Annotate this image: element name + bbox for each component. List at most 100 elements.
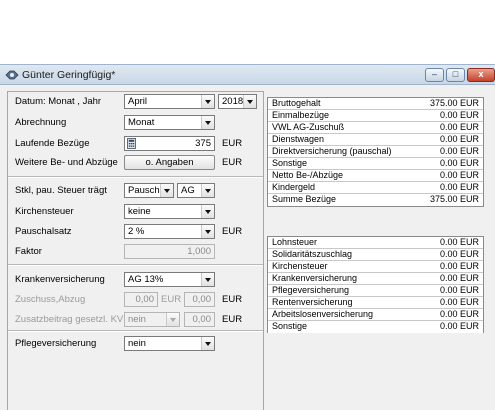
- table-row: Dienstwagen 0.00 EUR: [268, 134, 483, 146]
- table-row: Summe Bezüge 375.00 EUR: [268, 194, 483, 206]
- faktor-label: Faktor: [15, 246, 42, 257]
- table-row: Rentenversicherung 0.00 EUR: [268, 297, 483, 309]
- title-bar[interactable]: Günter Geringfügig* – □ x: [0, 64, 495, 85]
- abrechnung-label: Abrechnung: [15, 117, 67, 128]
- separator: [8, 330, 263, 332]
- table-row: VWL AG-Zuschuß 0.00 EUR: [268, 122, 483, 134]
- year-select-value: 2018: [222, 96, 244, 107]
- row-value: 375.00 EUR: [429, 194, 479, 204]
- row-value: 0.00 EUR: [439, 273, 479, 283]
- steuer-traeger-value: AG: [181, 185, 195, 196]
- table-row: Netto Be-/Abzüge 0.00 EUR: [268, 170, 483, 182]
- stkl-label: Stkl, pau. Steuer trägt: [15, 185, 107, 196]
- faktor-input[interactable]: 1,000: [124, 244, 215, 259]
- zuschuss-input[interactable]: 0,00: [124, 292, 158, 307]
- close-button[interactable]: x: [467, 68, 495, 82]
- table-row: Kindergeld 0.00 EUR: [268, 182, 483, 194]
- row-label: VWL AG-Zuschuß: [272, 122, 345, 132]
- calculator-icon[interactable]: [127, 138, 136, 149]
- chevron-down-icon[interactable]: [166, 313, 179, 326]
- zusatzbeitrag-select[interactable]: nein: [124, 312, 180, 327]
- laufende-bezuege-unit: EUR: [222, 138, 243, 149]
- zuschuss-label: Zuschuss,Abzug: [15, 294, 86, 305]
- row-value: 0.00 EUR: [439, 321, 479, 331]
- row-label: Bruttogehalt: [272, 98, 321, 108]
- weitere-unit: EUR: [222, 157, 243, 168]
- row-label: Netto Be-/Abzüge: [272, 170, 344, 180]
- chevron-down-icon[interactable]: [201, 337, 214, 350]
- table-row: Solidaritätszuschlag 0.00 EUR: [268, 249, 483, 261]
- row-value: 0.00 EUR: [439, 237, 479, 247]
- stkl-select[interactable]: Pausch: [124, 183, 174, 198]
- row-label: Kirchensteuer: [272, 261, 328, 271]
- stkl-select-value: Pausch: [128, 185, 160, 196]
- chevron-down-icon[interactable]: [201, 205, 214, 218]
- row-label: Arbeitslosenversicherung: [272, 309, 374, 319]
- kirchensteuer-select-value: keine: [128, 206, 151, 217]
- row-label: Lohnsteuer: [272, 237, 318, 247]
- row-label: Kindergeld: [272, 182, 316, 192]
- zusatzbeitrag-select-value: nein: [128, 314, 146, 325]
- kv-select[interactable]: AG 13%: [124, 272, 215, 287]
- row-label: Sonstige: [272, 321, 308, 331]
- row-value: 0.00 EUR: [439, 309, 479, 319]
- minimize-button[interactable]: –: [425, 68, 444, 82]
- table-row: Kirchensteuer 0.00 EUR: [268, 261, 483, 273]
- table-row: Pflegeversicherung 0.00 EUR: [268, 285, 483, 297]
- chevron-down-icon[interactable]: [201, 273, 214, 286]
- chevron-down-icon[interactable]: [201, 184, 214, 197]
- kv-label: Krankenversicherung: [15, 274, 105, 285]
- pauschalsatz-select-value: 2 %: [128, 226, 145, 237]
- row-value: 0.00 EUR: [439, 146, 479, 156]
- month-select[interactable]: April: [124, 94, 215, 109]
- row-value: 0.00 EUR: [439, 249, 479, 259]
- datum-label: Datum: Monat , Jahr: [15, 96, 102, 107]
- abzuege-summary-table: Lohnsteuer 0.00 EUR Solidaritätszuschlag 0.…: [267, 236, 484, 333]
- weitere-angaben-button[interactable]: o. Angaben: [124, 155, 215, 170]
- abrechnung-select[interactable]: Monat: [124, 115, 215, 130]
- row-label: Dienstwagen: [272, 134, 325, 144]
- zuschuss-unit: EUR: [161, 294, 182, 305]
- table-row: Lohnsteuer 0.00 EUR: [268, 237, 483, 249]
- table-row: Sonstige 0.00 EUR: [268, 158, 483, 170]
- row-label: Solidaritätszuschlag: [272, 249, 353, 259]
- chevron-down-icon[interactable]: [201, 116, 214, 129]
- row-value: 0.00 EUR: [439, 110, 479, 120]
- zusatzbeitrag-amount-value: 0,00: [192, 314, 212, 325]
- row-label: Sonstige: [272, 158, 308, 168]
- pauschalsatz-label: Pauschalsatz: [15, 226, 72, 237]
- zusatzbeitrag-unit: EUR: [222, 314, 243, 325]
- steuer-traeger-select[interactable]: AG: [177, 183, 215, 198]
- maximize-button[interactable]: □: [446, 68, 465, 82]
- row-value: 0.00 EUR: [439, 170, 479, 180]
- kv-select-value: AG 13%: [128, 274, 164, 285]
- zusatzbeitrag-amount-input[interactable]: 0,00: [184, 312, 215, 327]
- window-title: Günter Geringfügig*: [22, 69, 116, 81]
- chevron-down-icon[interactable]: [201, 95, 214, 108]
- abzug-input[interactable]: 0,00: [184, 292, 215, 307]
- row-value: 375.00 EUR: [429, 98, 479, 108]
- zusatzbeitrag-label: Zusatzbeitrag gesetzl. KV: [15, 314, 124, 325]
- chevron-down-icon[interactable]: [201, 225, 214, 238]
- weitere-label: Weitere Be- und Abzüge: [15, 157, 118, 168]
- chevron-down-icon[interactable]: [243, 95, 256, 108]
- laufende-bezuege-input[interactable]: 375: [124, 136, 215, 151]
- table-row: Einmalbezüge 0.00 EUR: [268, 110, 483, 122]
- kirchensteuer-label: Kirchensteuer: [15, 206, 74, 217]
- year-select[interactable]: 2018: [218, 94, 257, 109]
- row-value: 0.00 EUR: [439, 158, 479, 168]
- separator: [8, 264, 263, 266]
- laufende-bezuege-value: 375: [195, 138, 211, 149]
- bezuege-summary-table: Bruttogehalt 375.00 EUR Einmalbezüge 0.00 E…: [267, 97, 484, 207]
- row-value: 0.00 EUR: [439, 134, 479, 144]
- row-value: 0.00 EUR: [439, 297, 479, 307]
- app-icon: [5, 70, 19, 80]
- chevron-down-icon[interactable]: [160, 184, 173, 197]
- kirchensteuer-select[interactable]: keine: [124, 204, 215, 219]
- abzug-value: 0,00: [192, 294, 212, 305]
- abrechnung-select-value: Monat: [128, 117, 155, 128]
- pauschalsatz-select[interactable]: 2 %: [124, 224, 215, 239]
- pv-select[interactable]: nein: [124, 336, 215, 351]
- laufende-bezuege-label: Laufende Bezüge: [15, 138, 90, 149]
- row-value: 0.00 EUR: [439, 182, 479, 192]
